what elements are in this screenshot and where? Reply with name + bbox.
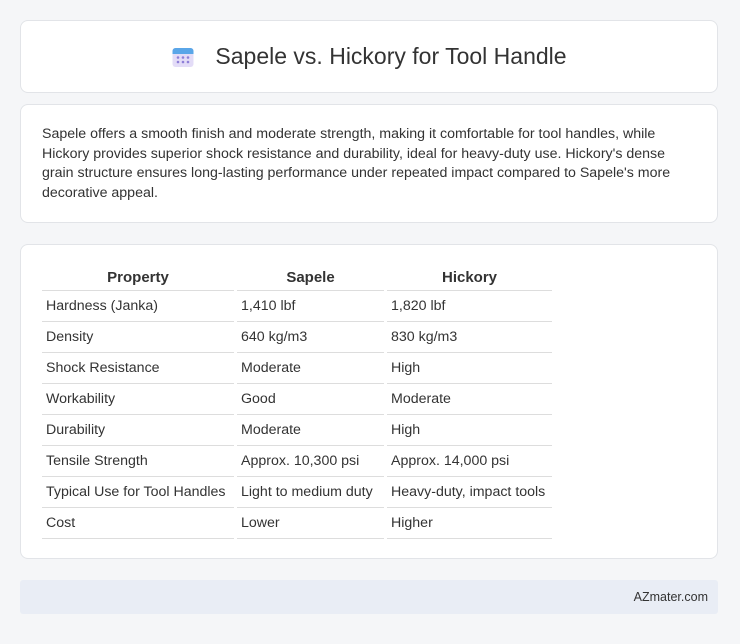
table-cell: Cost	[42, 508, 234, 539]
table-cell: Hardness (Janka)	[42, 291, 234, 322]
table-cell: Light to medium duty	[237, 477, 384, 508]
table-cell: Density	[42, 322, 234, 353]
table-cell: Durability	[42, 415, 234, 446]
table-cell: 830 kg/m3	[387, 322, 552, 353]
table-row: Hardness (Janka) 1,410 lbf 1,820 lbf	[42, 291, 552, 322]
table-row: Typical Use for Tool Handles Light to me…	[42, 477, 552, 508]
table-cell: 1,410 lbf	[237, 291, 384, 322]
column-header-property: Property	[42, 265, 234, 291]
column-header-hickory: Hickory	[387, 265, 552, 291]
table-cell: High	[387, 353, 552, 384]
table-row: Cost Lower Higher	[42, 508, 552, 539]
table-cell: Tensile Strength	[42, 446, 234, 477]
table-cell: Workability	[42, 384, 234, 415]
table-row: Shock Resistance Moderate High	[42, 353, 552, 384]
table-row: Tensile Strength Approx. 10,300 psi Appr…	[42, 446, 552, 477]
table-header-row: Property Sapele Hickory	[42, 265, 552, 291]
table-cell: Heavy-duty, impact tools	[387, 477, 552, 508]
page-title: Sapele vs. Hickory for Tool Handle	[215, 43, 567, 69]
column-header-sapele: Sapele	[237, 265, 384, 291]
table-cell: Moderate	[237, 415, 384, 446]
table-cell: Good	[237, 384, 384, 415]
table-cell: Lower	[237, 508, 384, 539]
table-cell: High	[387, 415, 552, 446]
table-cell: Higher	[387, 508, 552, 539]
description-text: Sapele offers a smooth finish and modera…	[42, 126, 671, 201]
table-cell: 1,820 lbf	[387, 291, 552, 322]
table-cell: 640 kg/m3	[237, 322, 384, 353]
table-row: Durability Moderate High	[42, 415, 552, 446]
footer-source: AZmater.com	[633, 590, 708, 604]
table-cell: Moderate	[387, 384, 552, 415]
comparison-table-card: Property Sapele Hickory Hardness (Janka)…	[20, 244, 718, 559]
table-row: Workability Good Moderate	[42, 384, 552, 415]
table-cell: Shock Resistance	[42, 353, 234, 384]
comparison-table: Property Sapele Hickory Hardness (Janka)…	[39, 265, 555, 539]
footer: AZmater.com	[20, 580, 718, 614]
table-cell: Approx. 10,300 psi	[237, 446, 384, 477]
title-card: Sapele vs. Hickory for Tool Handle	[20, 20, 718, 93]
table-cell: Approx. 14,000 psi	[387, 446, 552, 477]
description-card: Sapele offers a smooth finish and modera…	[20, 104, 718, 223]
calendar-icon	[171, 45, 195, 69]
table-cell: Moderate	[237, 353, 384, 384]
table-row: Density 640 kg/m3 830 kg/m3	[42, 322, 552, 353]
table-cell: Typical Use for Tool Handles	[42, 477, 234, 508]
